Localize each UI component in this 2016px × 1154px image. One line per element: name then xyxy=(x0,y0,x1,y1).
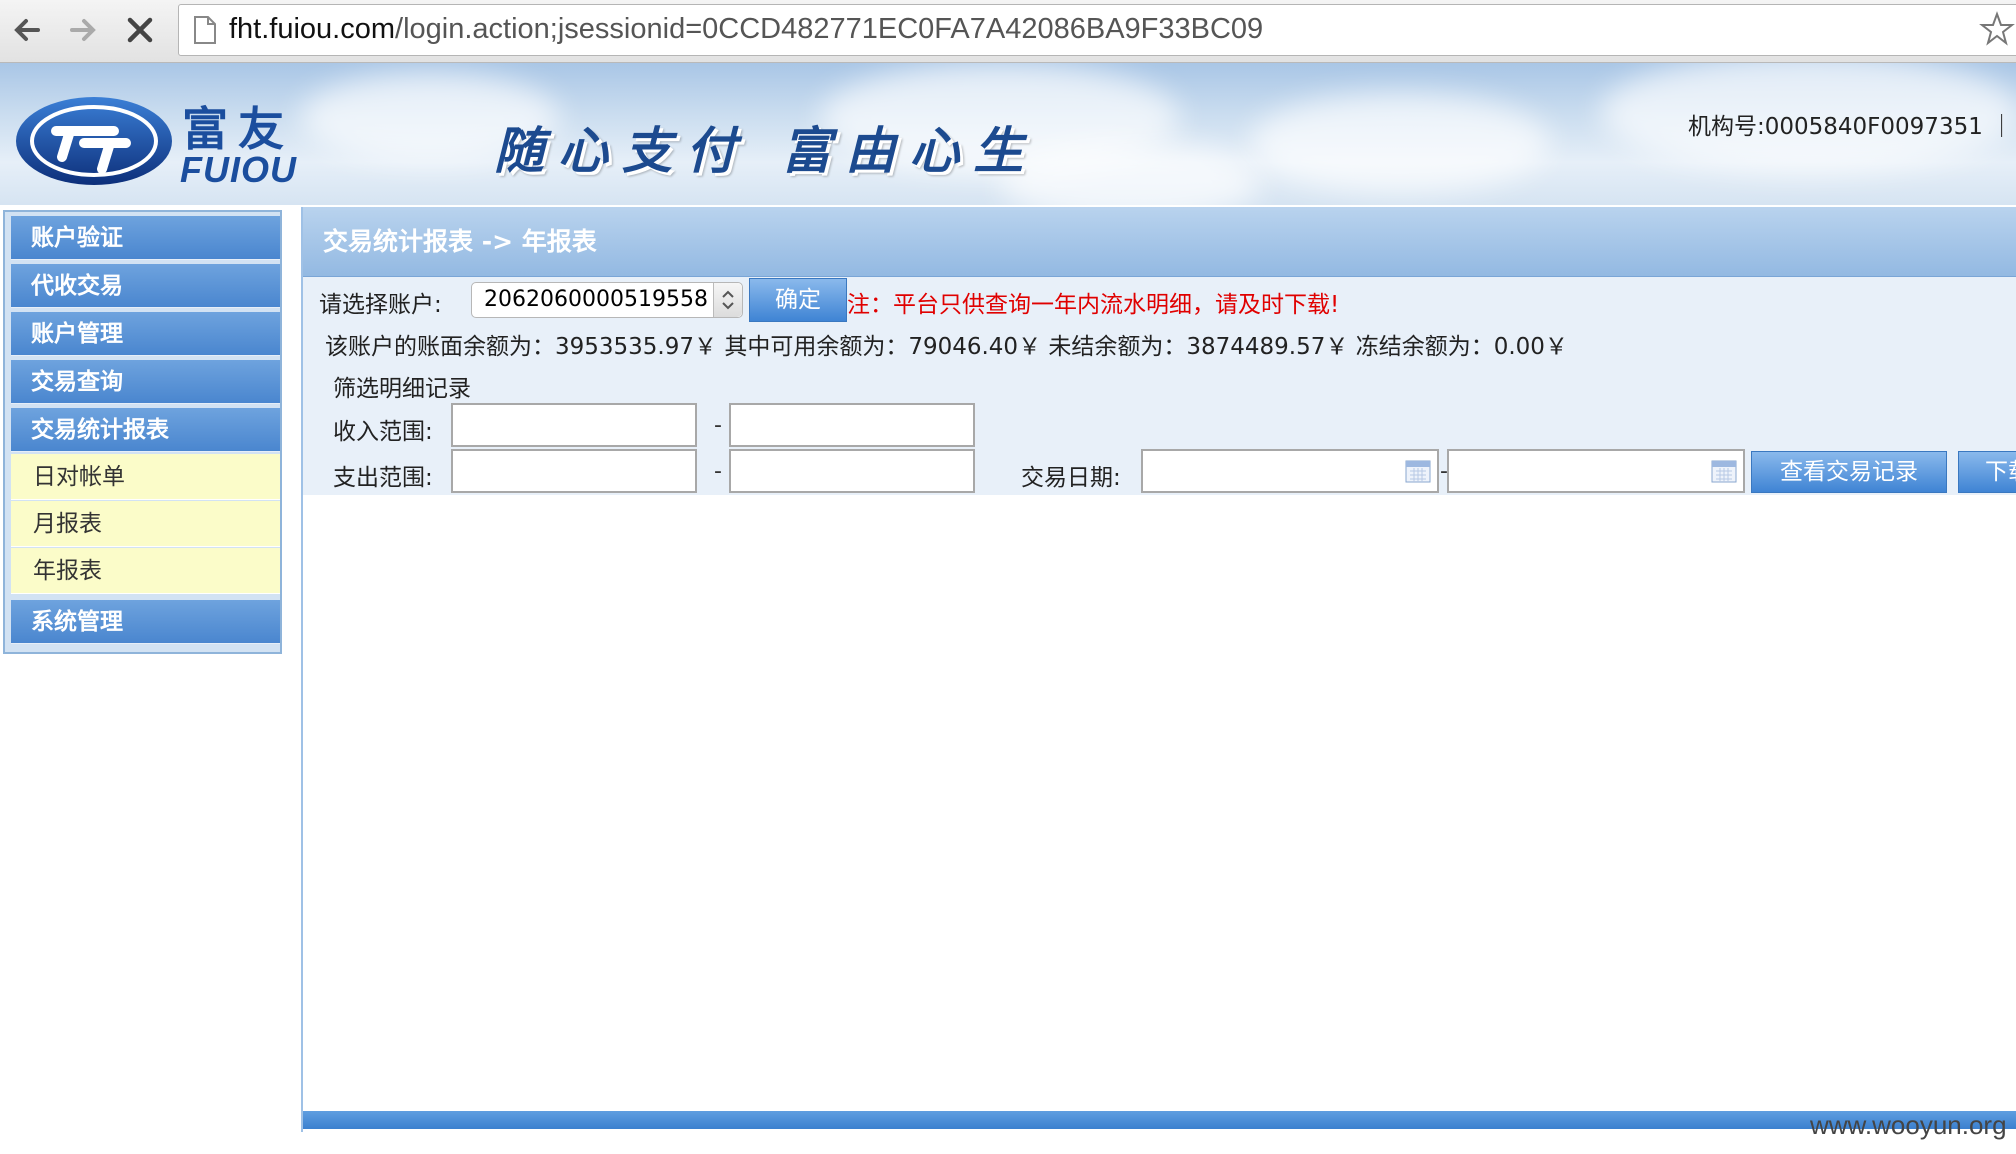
brand-name-en: FUIOU xyxy=(180,149,297,190)
watermark: www.wooyun.org xyxy=(1810,1110,2007,1140)
address-bar[interactable]: fht.fuiou.com/login.action;jsessionid=0C… xyxy=(178,4,2016,56)
income-min-input[interactable] xyxy=(451,403,697,447)
calendar-icon[interactable] xyxy=(1711,459,1737,483)
notice-text: 注：平台只供查询一年内流水明细，请及时下载! xyxy=(847,292,1340,318)
fuiou-logo: 富友 FUIOU xyxy=(14,93,297,193)
sidebar: 账户验证 代收交易 账户管理 交易查询 交易统计报表 日对帐单 月报表 年报表 … xyxy=(3,210,282,654)
date-end-input[interactable] xyxy=(1447,449,1745,493)
sidebar-item-collection[interactable]: 代收交易 xyxy=(11,264,280,308)
download-button[interactable]: 下载 xyxy=(1958,451,2016,493)
org-number: 机构号:0005840F0097351 ｜ 换 xyxy=(1688,114,2016,140)
confirm-button[interactable]: 确定 xyxy=(749,278,847,322)
sidebar-item-statistics[interactable]: 交易统计报表 xyxy=(11,408,280,452)
expense-min-input[interactable] xyxy=(451,449,697,493)
bookmark-star-icon[interactable] xyxy=(1979,11,2015,47)
income-max-input[interactable] xyxy=(729,403,975,447)
account-select[interactable]: 2062060000519558 xyxy=(471,282,743,318)
query-form: 请选择账户: 2062060000519558 确定 注：平台只供查询一年内流水… xyxy=(303,277,2016,495)
footer-bar xyxy=(303,1111,2016,1129)
sidebar-item-transaction-query[interactable]: 交易查询 xyxy=(11,360,280,404)
expense-range-label: 支出范围: xyxy=(333,465,433,491)
page-icon xyxy=(194,16,216,44)
view-records-button[interactable]: 查看交易记录 xyxy=(1751,451,1947,493)
date-start-input[interactable] xyxy=(1141,449,1439,493)
sidebar-subitem-monthly[interactable]: 月报表 xyxy=(11,501,280,547)
slogan: 随心支付 富由心生 xyxy=(494,121,1038,180)
expense-max-input[interactable] xyxy=(729,449,975,493)
sidebar-item-system-manage[interactable]: 系统管理 xyxy=(11,600,280,644)
account-label: 请选择账户: xyxy=(319,292,442,318)
stop-icon[interactable] xyxy=(120,10,160,50)
income-dash: - xyxy=(714,413,722,438)
browser-toolbar: fht.fuiou.com/login.action;jsessionid=0C… xyxy=(0,0,2016,63)
account-select-value: 2062060000519558 xyxy=(484,287,708,312)
main-panel: 交易统计报表 -> 年报表 请选择账户: 2062060000519558 确定… xyxy=(301,207,2016,1132)
expense-dash: - xyxy=(714,459,722,484)
sidebar-subitem-yearly[interactable]: 年报表 xyxy=(11,548,280,594)
forward-icon[interactable] xyxy=(62,10,102,50)
select-arrows-icon xyxy=(713,283,742,317)
site-header: 富友 FUIOU 随心支付 富由心生 机构号:0005840F0097351 ｜… xyxy=(0,63,2016,205)
page-title: 交易统计报表 -> 年报表 xyxy=(303,207,2016,277)
balance-summary: 该账户的账面余额为：3953535.97￥ 其中可用余额为：79046.40￥ … xyxy=(325,334,1568,360)
url-text: fht.fuiou.com/login.action;jsessionid=0C… xyxy=(229,13,1264,45)
back-icon[interactable] xyxy=(8,10,48,50)
income-range-label: 收入范围: xyxy=(333,419,433,445)
fuiou-logo-icon xyxy=(16,97,172,185)
filter-title: 筛选明细记录 xyxy=(333,376,471,402)
sidebar-item-account-manage[interactable]: 账户管理 xyxy=(11,312,280,356)
trade-date-label: 交易日期: xyxy=(1021,465,1121,491)
sidebar-item-account-verify[interactable]: 账户验证 xyxy=(11,216,280,260)
sidebar-subitem-daily[interactable]: 日对帐单 xyxy=(11,454,280,500)
calendar-icon[interactable] xyxy=(1405,459,1431,483)
